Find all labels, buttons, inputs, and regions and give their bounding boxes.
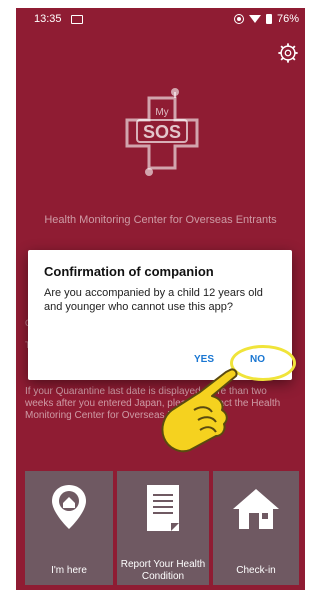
- dialog-message: Are you accompanied by a child 12 years …: [44, 287, 263, 313]
- screen-frame: 13:35 76% My SOS Health Monitoring Cente…: [0, 0, 313, 594]
- dialog-title: Confirmation of companion: [44, 264, 214, 279]
- pointing-hand-icon: [161, 368, 238, 453]
